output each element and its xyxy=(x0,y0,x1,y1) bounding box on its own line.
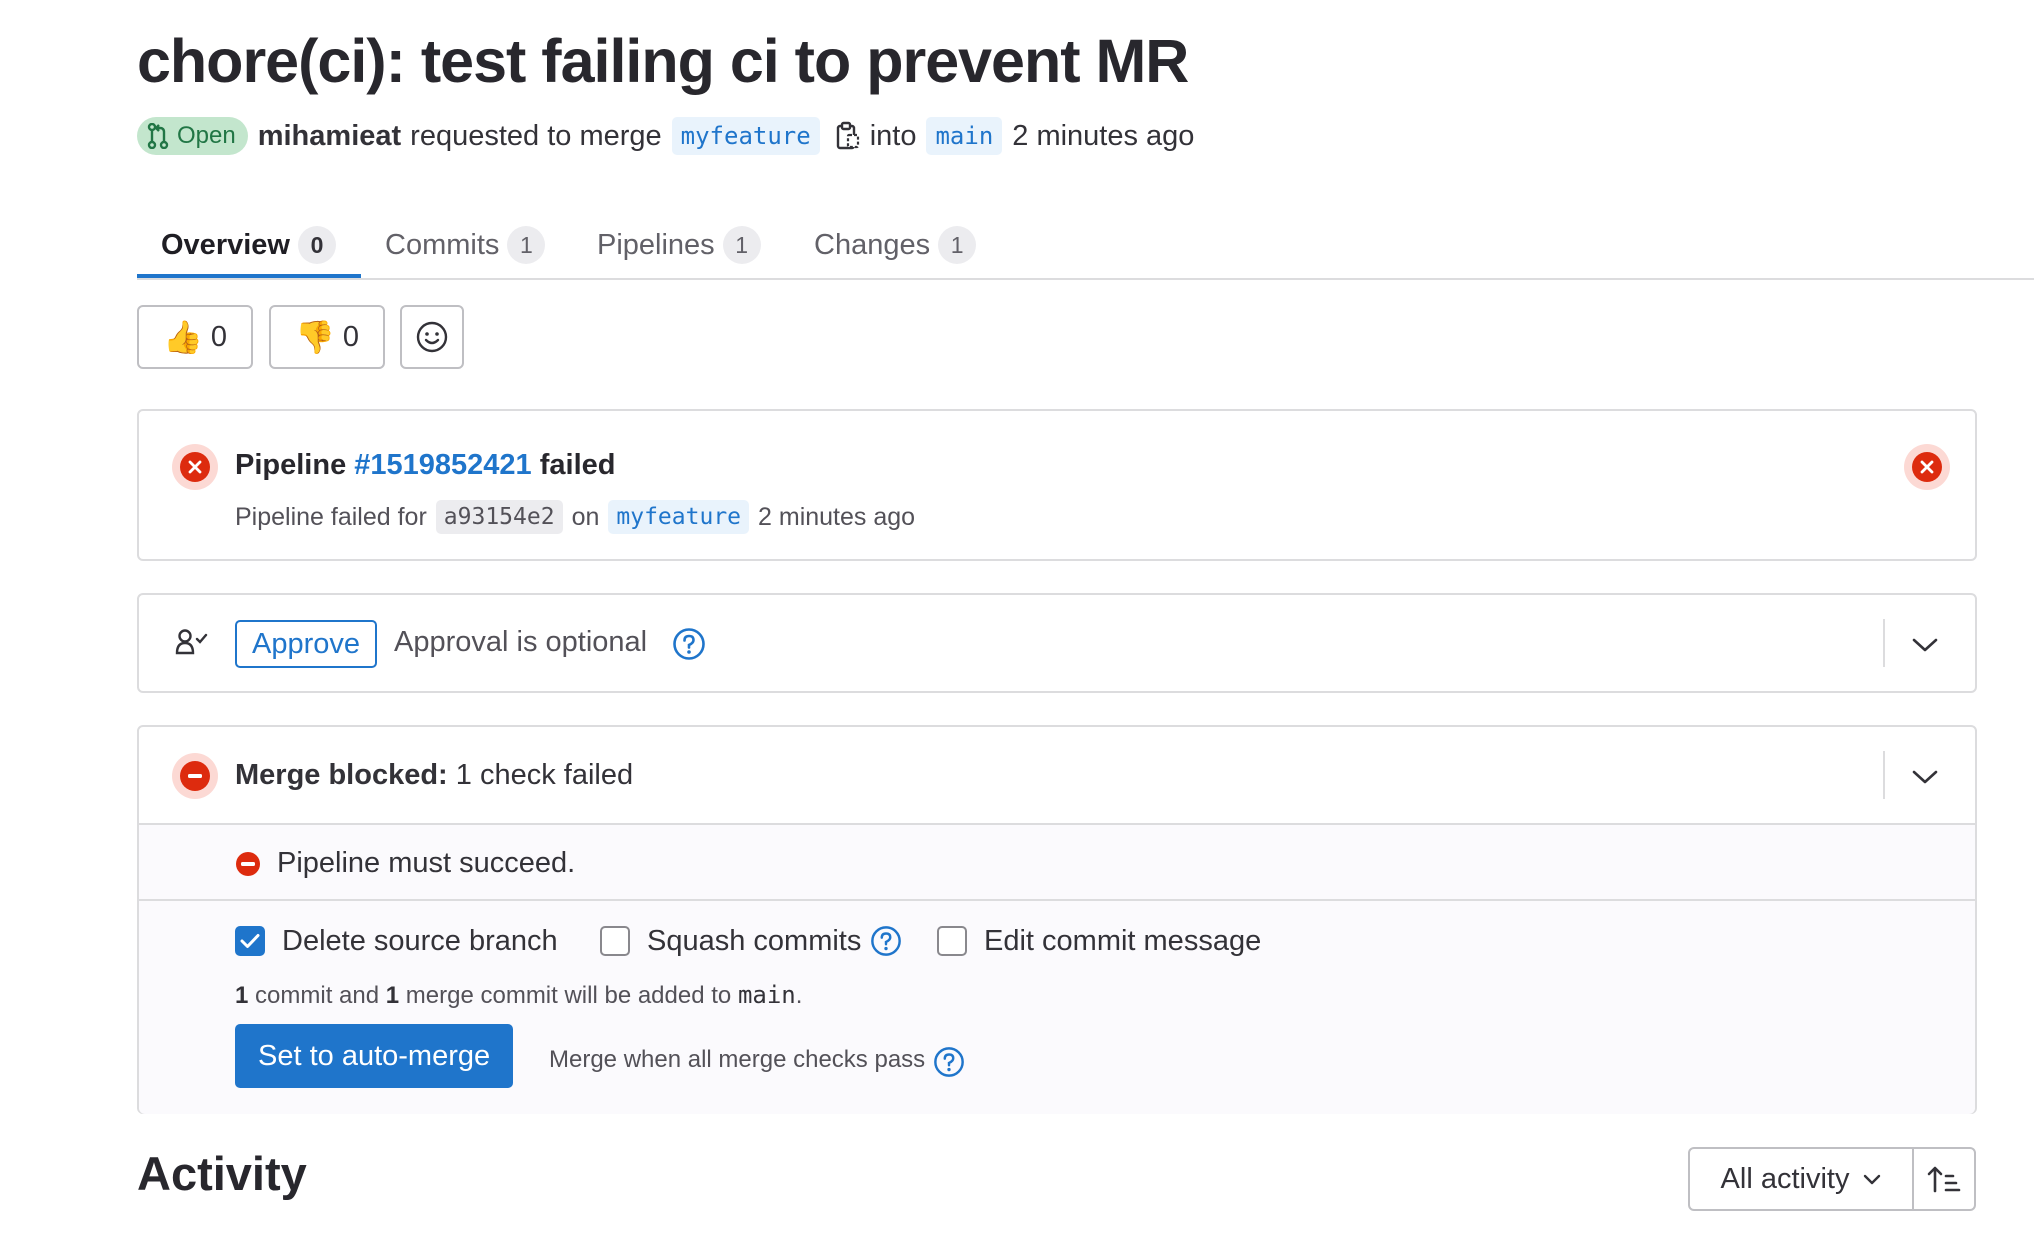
thumbs-down-icon: 👎 xyxy=(295,319,335,355)
thumbs-up-count: 0 xyxy=(210,320,227,353)
merge-header: Merge blocked: 1 check failed xyxy=(139,727,1975,825)
merge-commit-count: 1 xyxy=(385,982,400,1009)
merge-request-tabs: Overview 0 Commits 1 Pipelines 1 Changes… xyxy=(137,200,2034,280)
status-badge: Open xyxy=(137,117,248,155)
pipeline-widget: Pipeline #1519852421 failed Pipeline fai… xyxy=(137,409,1977,561)
merge-blocked-detail: 1 check failed xyxy=(455,759,634,791)
merge-options: Delete source branch Squash commits Edit… xyxy=(139,901,1975,1114)
edit-commit-message-checkbox[interactable] xyxy=(937,926,967,956)
merge-when-text-row: Merge when all merge checks pass xyxy=(549,1042,965,1078)
thumbs-up-button[interactable]: 👍 0 xyxy=(137,305,253,369)
option-label: Delete source branch xyxy=(282,924,558,957)
pipeline-status-word: failed xyxy=(539,449,616,481)
delete-source-branch-option[interactable]: Delete source branch xyxy=(235,923,558,959)
failed-for-text: Pipeline failed for xyxy=(235,502,427,531)
smiley-icon xyxy=(416,321,448,353)
tab-changes[interactable]: Changes 1 xyxy=(814,212,977,278)
help-icon[interactable] xyxy=(672,627,706,661)
tab-label: Commits xyxy=(385,228,500,261)
check-failed-icon xyxy=(236,852,260,876)
merge-widget: Merge blocked: 1 check failed Pipeline m… xyxy=(137,725,1977,1114)
option-label: Edit commit message xyxy=(984,924,1262,957)
failed-stage-icon[interactable] xyxy=(1904,444,1950,490)
edit-commit-message-option[interactable]: Edit commit message xyxy=(937,923,1261,959)
delete-source-branch-checkbox[interactable] xyxy=(235,926,265,956)
pipeline-time: 2 minutes ago xyxy=(758,502,916,531)
merge-blocked-label: Merge blocked: xyxy=(235,759,448,791)
divider xyxy=(1883,619,1885,667)
merge-status-title: Merge blocked: 1 check failed xyxy=(235,759,633,792)
tab-label: Changes xyxy=(814,228,931,261)
expand-merge-checks-button[interactable] xyxy=(1909,761,1941,793)
thumbs-down-count: 0 xyxy=(342,320,359,353)
author-link[interactable]: mihamieat xyxy=(258,120,401,153)
chevron-down-icon xyxy=(1912,638,1938,652)
tab-pipelines[interactable]: Pipelines 1 xyxy=(597,212,761,278)
on-text: on xyxy=(571,502,600,531)
merge-blocked-icon xyxy=(172,753,218,799)
commit-note: 1 commit and 1 merge commit will be adde… xyxy=(235,981,802,1010)
tab-count: 1 xyxy=(722,226,761,264)
commit-count: 1 xyxy=(235,982,249,1009)
help-icon[interactable] xyxy=(933,1046,965,1078)
tab-commits[interactable]: Commits 1 xyxy=(385,212,546,278)
squash-commits-option[interactable]: Squash commits xyxy=(600,923,902,959)
set-auto-merge-button[interactable]: Set to auto-merge xyxy=(235,1024,514,1088)
pipeline-id-link[interactable]: #1519852421 xyxy=(354,449,531,481)
target-branch-link[interactable]: main xyxy=(926,117,1003,155)
tab-overview[interactable]: Overview 0 xyxy=(161,212,336,278)
option-label: Squash commits xyxy=(647,924,862,957)
source-branch-link[interactable]: myfeature xyxy=(671,117,820,155)
divider xyxy=(1883,751,1885,799)
tab-count: 0 xyxy=(297,226,336,264)
sort-direction-button[interactable] xyxy=(1914,1149,1974,1209)
merge-request-meta: Open mihamieat requested to merge myfeat… xyxy=(137,116,1194,156)
chevron-down-icon xyxy=(1912,770,1938,784)
activity-filter-label: All activity xyxy=(1720,1162,1850,1195)
tab-label: Pipelines xyxy=(597,228,715,261)
approval-widget: Approve Approval is optional xyxy=(137,593,1977,693)
commit-note-text: commit and xyxy=(255,982,380,1009)
created-time: 2 minutes ago xyxy=(1012,119,1195,152)
merge-request-icon xyxy=(147,123,169,149)
thumbs-up-icon: 👍 xyxy=(163,319,203,355)
requested-text: requested to merge xyxy=(410,119,662,152)
commit-sha-link[interactable]: a93154e2 xyxy=(435,500,563,534)
thumbs-down-button[interactable]: 👎 0 xyxy=(269,305,385,369)
active-tab-indicator xyxy=(137,274,361,278)
chevron-down-icon xyxy=(1864,1174,1881,1185)
activity-heading: Activity xyxy=(137,1147,307,1200)
pipeline-failed-icon[interactable] xyxy=(172,444,218,490)
activity-controls: All activity xyxy=(1688,1147,1976,1211)
pipeline-branch-link[interactable]: myfeature xyxy=(608,500,750,534)
page-title: chore(ci): test failing ci to prevent MR xyxy=(137,27,1189,95)
approvers-icon xyxy=(175,629,208,655)
merge-check-row: Pipeline must succeed. xyxy=(139,825,1975,901)
approval-status-text: Approval is optional xyxy=(394,626,648,658)
sort-ascending-icon xyxy=(1927,1166,1961,1193)
target-branch-name: main xyxy=(737,981,796,1009)
pipeline-title: Pipeline #1519852421 failed xyxy=(235,449,616,482)
tab-label: Overview xyxy=(161,228,290,261)
into-text: into xyxy=(869,119,917,152)
commit-note-text: merge commit will be added to xyxy=(405,982,732,1009)
commit-note-suffix: . xyxy=(795,982,803,1009)
copy-branch-icon[interactable] xyxy=(836,121,860,151)
check-text: Pipeline must succeed. xyxy=(277,847,576,879)
status-label: Open xyxy=(177,122,236,149)
activity-filter-dropdown[interactable]: All activity xyxy=(1690,1149,1914,1209)
merge-when-text: Merge when all merge checks pass xyxy=(549,1046,926,1073)
approve-button[interactable]: Approve xyxy=(235,620,378,668)
add-reaction-button[interactable] xyxy=(400,305,464,369)
help-icon[interactable] xyxy=(870,925,902,957)
pipeline-prefix: Pipeline xyxy=(235,449,347,481)
expand-approvals-button[interactable] xyxy=(1909,629,1941,661)
tab-count: 1 xyxy=(938,226,977,264)
pipeline-details: Pipeline failed for a93154e2 on myfeatur… xyxy=(235,499,915,535)
tab-count: 1 xyxy=(507,226,546,264)
squash-commits-checkbox[interactable] xyxy=(600,926,630,956)
